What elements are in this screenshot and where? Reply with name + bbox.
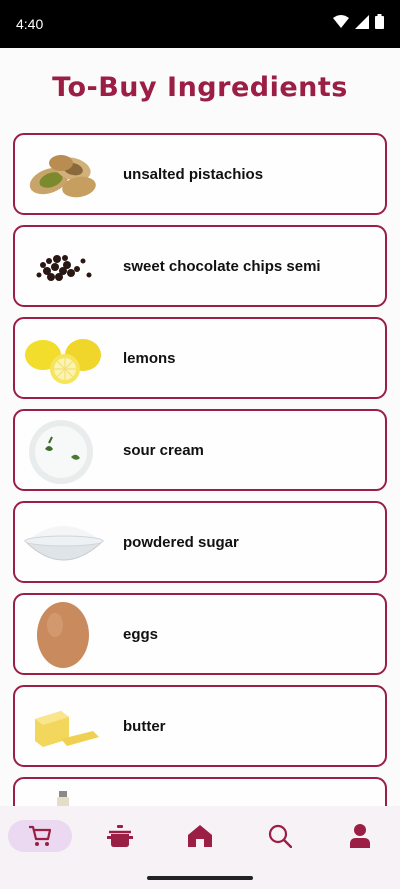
nav-home[interactable] <box>168 820 232 852</box>
ingredient-name: butter <box>123 718 166 735</box>
nav-search[interactable] <box>248 820 312 852</box>
status-time: 4:40 <box>16 16 44 32</box>
pistachios-image <box>29 155 96 198</box>
chocolate-chips-image <box>36 255 92 281</box>
ingredient-name: unsalted pistachios <box>123 166 264 183</box>
ingredient-card[interactable] <box>13 777 387 806</box>
ingredient-card[interactable]: eggs <box>13 593 387 675</box>
ingredient-name: powdered sugar <box>123 534 239 551</box>
ingredient-name: eggs <box>123 626 159 643</box>
search-icon <box>268 824 292 848</box>
battery-icon <box>375 14 384 29</box>
pot-icon <box>107 825 133 847</box>
lemons-image <box>25 339 101 384</box>
nav-recipes[interactable] <box>88 820 152 852</box>
profile-icon <box>350 824 370 848</box>
ingredient-name: sour cream <box>123 442 204 459</box>
home-icon <box>188 825 212 847</box>
signal-icon <box>355 14 369 29</box>
ingredient-card[interactable]: powdered sugar <box>13 501 387 583</box>
page-title: To-Buy Ingredients <box>52 72 348 103</box>
status-icons <box>333 14 384 29</box>
nav-profile[interactable] <box>328 820 392 852</box>
butter-image <box>35 711 99 747</box>
nav-cart[interactable] <box>8 820 72 852</box>
egg-image <box>37 602 89 668</box>
ingredient-card[interactable]: lemons <box>13 317 387 399</box>
wifi-icon <box>333 14 349 28</box>
ingredient-card[interactable]: sour cream <box>13 409 387 491</box>
sour-cream-image <box>29 420 93 484</box>
ingredient-card[interactable]: butter <box>13 685 387 767</box>
powdered-sugar-image <box>23 526 105 561</box>
bottom-navigation <box>0 806 400 866</box>
cart-icon <box>29 825 52 846</box>
ingredient-name: sweet chocolate chips semi <box>123 258 321 275</box>
ingredient-card[interactable]: sweet chocolate chips semi <box>13 225 387 307</box>
status-bar: 4:40 <box>0 0 400 48</box>
ingredient-name: lemons <box>123 350 176 367</box>
spice-bottle-image <box>57 791 69 806</box>
ingredient-list[interactable]: unsalted pistachios sweet chocolate chip… <box>0 126 400 806</box>
ingredient-card[interactable]: unsalted pistachios <box>13 133 387 215</box>
home-indicator[interactable] <box>147 876 253 880</box>
